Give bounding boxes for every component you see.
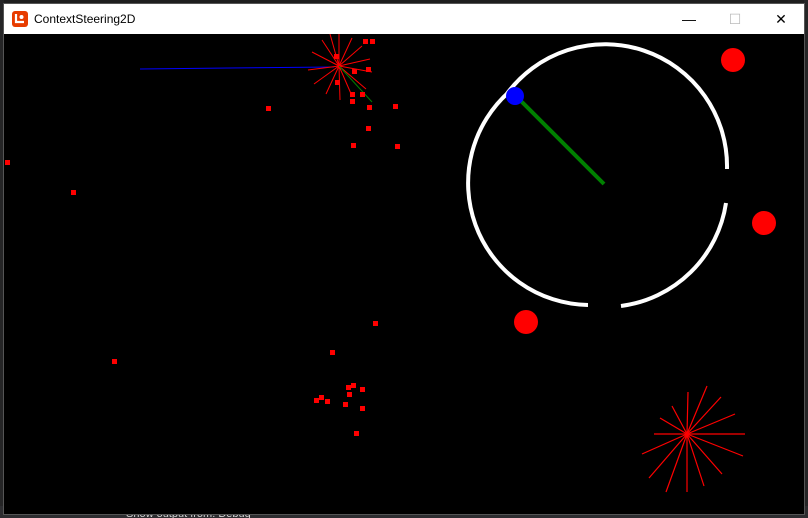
game-viewport[interactable] <box>4 34 804 514</box>
game-window: ContextSteering2D — ☐ ✕ <box>4 4 804 514</box>
background-ide-right-edge <box>804 0 808 518</box>
player-path-line <box>139 66 335 70</box>
maximize-button[interactable]: ☐ <box>712 4 758 34</box>
close-button[interactable]: ✕ <box>758 4 804 34</box>
agent-starburst-bottom <box>641 385 745 493</box>
agent-heading-line <box>514 94 606 186</box>
title-bar[interactable]: ContextSteering2D — ☐ ✕ <box>4 4 804 34</box>
minimize-button[interactable]: — <box>666 4 712 34</box>
window-title: ContextSteering2D <box>34 12 136 26</box>
context-ring-lower-right <box>620 202 728 308</box>
monogame-icon <box>12 11 28 27</box>
player-dot <box>506 87 524 105</box>
obstacle <box>514 310 538 334</box>
context-ring <box>504 42 730 170</box>
obstacle <box>721 48 745 72</box>
agent-swarm <box>5 39 400 436</box>
context-ring-lower-left <box>466 89 589 307</box>
scene-canvas[interactable] <box>4 34 804 514</box>
obstacle <box>752 211 776 235</box>
